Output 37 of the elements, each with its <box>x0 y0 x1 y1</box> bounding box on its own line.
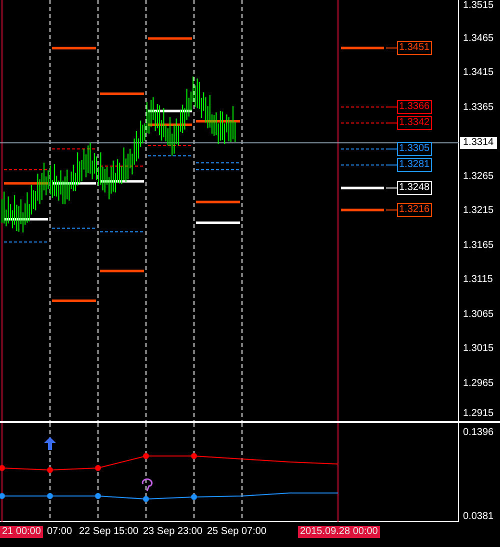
level-label: 1.3342 <box>397 116 432 130</box>
price-tick-label: 1.3515 <box>463 0 494 11</box>
level-line <box>341 186 397 190</box>
price-tick-label: 1.3165 <box>463 240 494 250</box>
current-price-label: 1.3314 <box>460 136 497 149</box>
time-tick-label: 07:00 <box>47 526 72 538</box>
price-tick-label: 1.2915 <box>463 408 494 419</box>
level-line <box>341 146 397 151</box>
level-label: 1.3451 <box>397 41 432 56</box>
level-label: 1.3305 <box>397 142 432 156</box>
price-tick-label: 1.3265 <box>463 170 494 182</box>
level-label: 1.3248 <box>397 181 432 196</box>
indicator-tick-label: 0.0381 <box>463 510 494 524</box>
price-tick-label: 1.3465 <box>463 32 494 44</box>
signal-icon <box>141 478 153 492</box>
level-line <box>341 208 397 212</box>
price-tick-label: 1.3415 <box>463 67 494 78</box>
level-label: 1.3281 <box>397 158 432 172</box>
indicator-tick-label: 0.1396 <box>463 426 494 440</box>
time-marker-label: 21 00:00 <box>0 526 43 538</box>
level-label: 1.3366 <box>397 100 432 114</box>
time-marker-label: 2015.09.28 00:00 <box>298 526 380 538</box>
time-tick-label: 22 Sep 15:00 <box>79 526 138 538</box>
level-line <box>341 121 397 126</box>
time-tick-label: 23 Sep 23:00 <box>143 526 202 538</box>
price-tick-label: 1.3365 <box>463 102 494 112</box>
price-tick-label: 1.3015 <box>463 343 494 354</box>
level-label: 1.3216 <box>397 203 432 218</box>
level-line <box>341 104 397 109</box>
price-tick-label: 1.3215 <box>463 205 494 216</box>
price-tick-label: 1.3065 <box>463 308 494 320</box>
price-tick-label: 1.3115 <box>463 274 493 285</box>
level-line <box>341 163 397 168</box>
time-tick-label: 25 Sep 07:00 <box>207 526 266 538</box>
up-arrow-icon <box>44 437 56 450</box>
price-tick-label: 1.2965 <box>463 378 494 388</box>
level-line <box>341 46 397 50</box>
